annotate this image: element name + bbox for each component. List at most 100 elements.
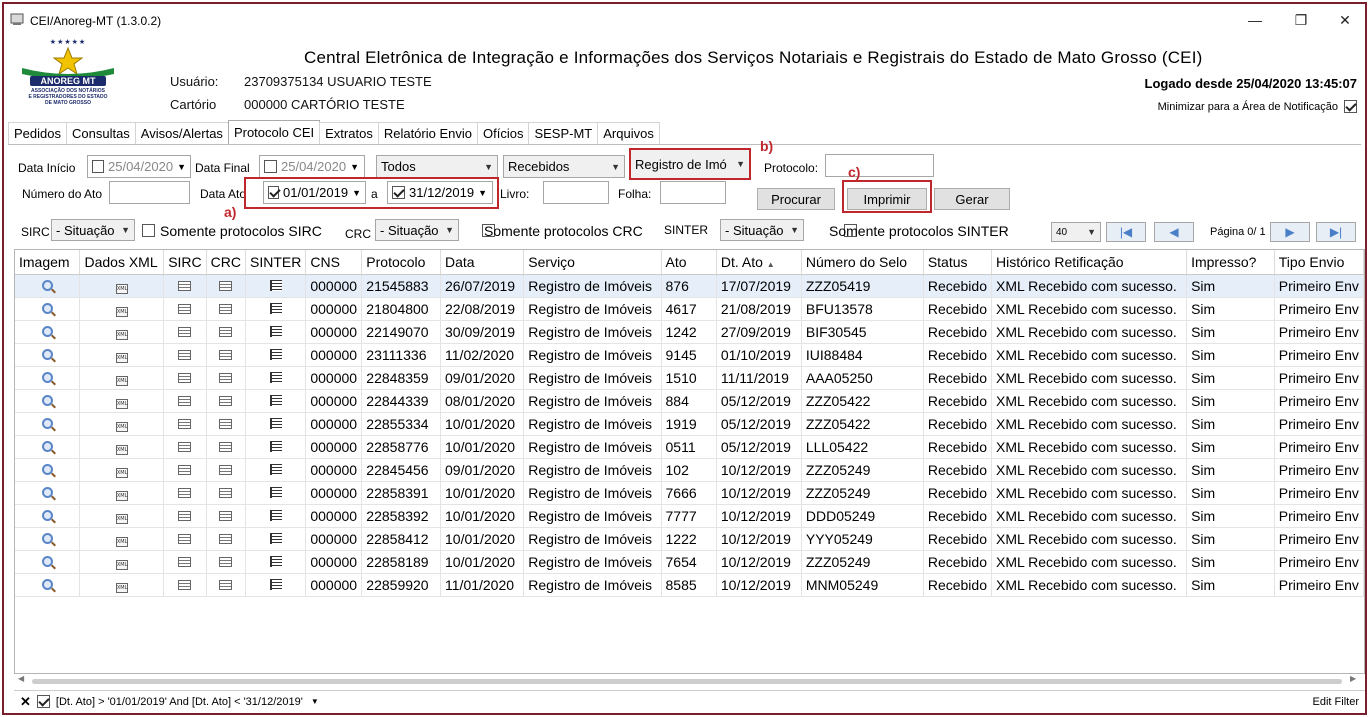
sinter-document-icon[interactable] [269,578,282,590]
table-cell-icon[interactable]: XML [79,366,165,390]
xml-file-icon[interactable]: XML [115,376,128,386]
crc-document-icon[interactable] [219,395,233,406]
sirc-document-icon[interactable] [178,464,192,475]
data-final-picker[interactable]: 25/04/2020 ▼ [259,155,365,178]
table-cell-icon[interactable] [163,527,207,551]
crc-document-icon[interactable] [219,464,233,475]
table-cell-icon[interactable] [206,458,247,482]
scroll-left-icon[interactable]: ◀ [18,674,24,683]
table-cell-icon[interactable] [15,343,81,367]
table-cell-icon[interactable]: XML [79,274,165,298]
data-ato-from-picker[interactable]: 01/01/2019 ▼ [263,181,366,204]
next-page-button[interactable]: ▶ [1270,222,1310,242]
crc-document-icon[interactable] [219,556,233,567]
sirc-document-icon[interactable] [178,280,192,291]
view-image-icon[interactable] [41,463,53,475]
crc-document-icon[interactable] [219,303,233,314]
crc-document-icon[interactable] [219,533,233,544]
restore-button[interactable]: ❐ [1286,10,1316,30]
xml-file-icon[interactable]: XML [115,445,128,455]
view-image-icon[interactable] [41,348,53,360]
sinter-document-icon[interactable] [269,279,282,291]
col-cns[interactable]: CNS [305,250,363,275]
status-select[interactable]: Recebidos ▼ [503,155,625,178]
sinter-situacao-select[interactable]: - Situação ▼ [720,219,804,241]
sirc-document-icon[interactable] [178,372,192,383]
tab-oficios[interactable]: Ofícios [476,122,530,144]
crc-document-icon[interactable] [219,326,233,337]
table-cell-icon[interactable] [245,389,307,413]
tab-protocolo-cei[interactable]: Protocolo CEI [227,120,321,144]
sinter-document-icon[interactable] [269,463,282,475]
sirc-document-icon[interactable] [178,349,192,360]
sinter-document-icon[interactable] [269,325,282,337]
table-cell-icon[interactable] [163,274,207,298]
table-cell-icon[interactable] [163,458,207,482]
tab-relatorio-envio[interactable]: Relatório Envio [377,122,478,144]
sirc-document-icon[interactable] [178,441,192,452]
xml-file-icon[interactable]: XML [115,583,128,593]
scrollbar-thumb[interactable] [32,679,1342,684]
table-row[interactable]: XML 000000 23111336 11/02/2020 Registro de I… [15,343,1364,367]
table-cell-icon[interactable] [206,504,247,528]
minimize-tray-option[interactable]: Minimizar para a Área de Notificação [1158,100,1357,113]
crc-document-icon[interactable] [219,372,233,383]
table-cell-icon[interactable] [245,274,307,298]
table-cell-icon[interactable] [163,366,207,390]
view-image-icon[interactable] [41,509,53,521]
table-cell-icon[interactable] [245,320,307,344]
table-cell-icon[interactable] [15,481,81,505]
xml-file-icon[interactable]: XML [115,284,128,294]
sirc-document-icon[interactable] [178,418,192,429]
tab-arquivos[interactable]: Arquivos [597,122,660,144]
sinter-document-icon[interactable] [269,440,282,452]
table-cell-icon[interactable] [163,412,207,436]
table-cell-icon[interactable]: XML [79,343,165,367]
table-cell-icon[interactable] [206,343,247,367]
view-image-icon[interactable] [41,279,53,291]
table-cell-icon[interactable] [245,458,307,482]
table-cell-icon[interactable] [245,343,307,367]
view-image-icon[interactable] [41,371,53,383]
col-impresso[interactable]: Impresso? [1186,250,1275,275]
table-cell-icon[interactable] [15,320,81,344]
col-imagem[interactable]: Imagem [15,250,81,275]
sirc-document-icon[interactable] [178,556,192,567]
xml-file-icon[interactable]: XML [115,307,128,317]
filter-expression[interactable]: [Dt. Ato] > '01/01/2019' And [Dt. Ato] <… [56,696,303,708]
view-image-icon[interactable] [41,325,53,337]
table-cell-icon[interactable]: XML [79,297,165,321]
protocolo-input[interactable] [825,154,934,177]
table-cell-icon[interactable] [15,297,81,321]
table-cell-icon[interactable] [15,366,81,390]
col-tipo-envio[interactable]: Tipo Envio [1274,250,1364,275]
table-cell-icon[interactable] [245,573,307,597]
table-cell-icon[interactable] [245,527,307,551]
table-row[interactable]: XML 000000 22858776 10/01/2020 Registro de I… [15,435,1364,459]
table-cell-icon[interactable] [245,297,307,321]
col-data[interactable]: Data [440,250,525,275]
table-cell-icon[interactable] [163,297,207,321]
table-cell-icon[interactable] [245,435,307,459]
col-sirc[interactable]: SIRC [163,250,207,275]
table-cell-icon[interactable] [163,504,207,528]
col-dt-ato[interactable]: Dt. Ato ▲ [716,250,802,275]
view-image-icon[interactable] [41,417,53,429]
col-status[interactable]: Status [923,250,992,275]
view-image-icon[interactable] [41,532,53,544]
page-size-select[interactable]: 40 ▼ [1051,222,1101,242]
table-cell-icon[interactable] [206,550,247,574]
sirc-document-icon[interactable] [178,326,192,337]
table-cell-icon[interactable] [163,389,207,413]
table-cell-icon[interactable] [245,412,307,436]
xml-file-icon[interactable]: XML [115,514,128,524]
numero-ato-input[interactable] [109,181,190,204]
xml-file-icon[interactable]: XML [115,560,128,570]
table-row[interactable]: XML 000000 22858392 10/01/2020 Registro de I… [15,504,1364,528]
table-cell-icon[interactable]: XML [79,435,165,459]
minimize-button[interactable]: — [1240,10,1270,30]
table-cell-icon[interactable] [206,527,247,551]
sirc-document-icon[interactable] [178,533,192,544]
servico-select[interactable]: Registro de Imó ▼ [629,148,751,180]
table-cell-icon[interactable]: XML [79,412,165,436]
